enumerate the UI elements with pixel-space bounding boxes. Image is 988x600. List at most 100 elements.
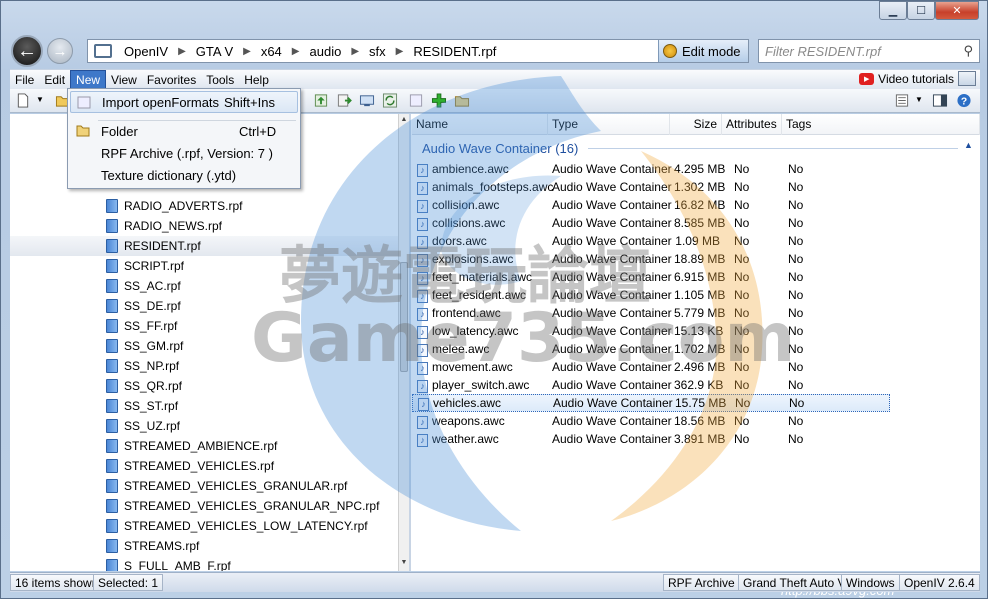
dropdown-arrow-icon[interactable]: ▼: [36, 95, 52, 110]
tree-item[interactable]: SS_AC.rpf: [106, 276, 181, 296]
scroll-up-icon[interactable]: ▲: [399, 116, 409, 126]
table-row[interactable]: ♪ collision.awc Audio Wave Container 16.82 …: [412, 196, 980, 214]
table-row[interactable]: ♪ animals_footsteps.awc Audio Wave Contain…: [412, 178, 980, 196]
scrollbar-thumb[interactable]: [400, 262, 408, 372]
edit-mode-button[interactable]: Edit mode: [658, 40, 748, 62]
search-icon[interactable]: ⚲: [963, 43, 973, 59]
table-row[interactable]: ♪ feet_resident.awc Audio Wave Container 1.…: [412, 286, 980, 304]
tree-item[interactable]: STREAMED_VEHICLES_LOW_LATENCY.rpf: [106, 516, 368, 536]
add-icon[interactable]: [431, 93, 447, 108]
menu-new[interactable]: New: [70, 69, 107, 90]
tree-item[interactable]: SS_UZ.rpf: [106, 416, 180, 436]
table-row[interactable]: ♪ explosions.awc Audio Wave Container 18.89…: [412, 250, 980, 268]
new-file-icon[interactable]: [15, 93, 31, 108]
tree-item[interactable]: STREAMS.rpf: [106, 536, 199, 556]
collapse-chevron-icon[interactable]: ▲: [964, 140, 973, 150]
address-bar[interactable]: OpenIV ▶ GTA V ▶ x64 ▶ audio ▶ sfx ▶ RESIDENT…: [87, 39, 749, 63]
column-type[interactable]: Type: [548, 114, 670, 135]
maximize-button[interactable]: ☐: [907, 1, 935, 20]
tree-item[interactable]: S_FULL_AMB_F.rpf: [106, 556, 231, 571]
menu-tools[interactable]: Tools: [201, 71, 239, 89]
menu-file[interactable]: File: [10, 71, 39, 89]
breadcrumb-x64[interactable]: x64: [255, 44, 288, 59]
menu-help[interactable]: Help: [239, 71, 274, 89]
column-size[interactable]: Size: [670, 114, 722, 135]
chevron-right-icon[interactable]: ▶: [174, 46, 190, 57]
table-row[interactable]: ♪ doors.awc Audio Wave Container 1.09 MB No N…: [412, 232, 980, 250]
menu-view[interactable]: View: [106, 71, 142, 89]
column-tags[interactable]: Tags: [782, 114, 980, 135]
chevron-right-icon[interactable]: ▶: [392, 46, 408, 57]
column-attributes[interactable]: Attributes: [722, 114, 782, 135]
tree-scrollbar[interactable]: ▲ ▼: [398, 114, 409, 571]
table-row[interactable]: ♪ ambience.awc Audio Wave Container 4.295 M…: [412, 160, 980, 178]
preview-pane-icon[interactable]: [932, 93, 948, 108]
tree-item[interactable]: RADIO_NEWS.rpf: [106, 216, 222, 236]
chevron-right-icon[interactable]: ▶: [288, 46, 304, 57]
row-name: weapons.awc: [432, 414, 505, 428]
table-row[interactable]: ♪ frontend.awc Audio Wave Container 5.779 M…: [412, 304, 980, 322]
rpf-file-icon: [106, 459, 118, 473]
video-tutorials-link[interactable]: ▶ Video tutorials: [859, 72, 954, 86]
tree-item[interactable]: SS_GM.rpf: [106, 336, 183, 356]
table-row[interactable]: ♪ feet_materials.awc Audio Wave Container 6…: [412, 268, 980, 286]
back-button[interactable]: ←: [11, 35, 43, 67]
import-icon[interactable]: [408, 93, 424, 108]
table-row[interactable]: ♪ movement.awc Audio Wave Container 2.496 M…: [412, 358, 980, 376]
tree-item[interactable]: STREAMED_AMBIENCE.rpf: [106, 436, 277, 456]
row-size: 1.105 MB: [674, 288, 726, 302]
filter-input[interactable]: Filter RESIDENT.rpf ⚲: [758, 39, 980, 63]
tree-item[interactable]: RADIO_ADVERTS.rpf: [106, 196, 242, 216]
view-mode-icon[interactable]: [894, 93, 910, 108]
new-folder-icon[interactable]: [454, 93, 470, 108]
monitor-icon[interactable]: [359, 93, 375, 108]
pane-splitter[interactable]: [409, 114, 411, 571]
table-row-selected[interactable]: ♪ vehicles.awc Audio Wave Container 15.75 M…: [412, 394, 890, 412]
table-row[interactable]: ♪ player_switch.awc Audio Wave Container 36…: [412, 376, 980, 394]
tree-item[interactable]: STREAMED_VEHICLES_GRANULAR_NPC.rpf: [106, 496, 379, 516]
menu-item-import-openformats[interactable]: Import openFormats Shift+Ins: [70, 91, 298, 113]
audio-file-icon: ♪: [417, 200, 428, 213]
tree-item-label: SS_NP.rpf: [124, 359, 180, 373]
breadcrumb-openiv[interactable]: OpenIV: [118, 44, 174, 59]
chevron-right-icon[interactable]: ▶: [347, 46, 363, 57]
refresh-icon[interactable]: [382, 93, 398, 108]
tree-item[interactable]: SS_QR.rpf: [106, 376, 182, 396]
breadcrumb-gtav[interactable]: GTA V: [190, 44, 239, 59]
row-name: explosions.awc: [432, 252, 514, 266]
tree-item[interactable]: SS_FF.rpf: [106, 316, 177, 336]
breadcrumb-resident[interactable]: RESIDENT.rpf: [407, 44, 502, 59]
table-row[interactable]: ♪ melee.awc Audio Wave Container 1.702 MB No…: [412, 340, 980, 358]
menu-item-texture-dictionary[interactable]: Texture dictionary (.ytd): [70, 164, 298, 186]
table-row[interactable]: ♪ low_latency.awc Audio Wave Container 15.1…: [412, 322, 980, 340]
upload-icon[interactable]: [313, 93, 329, 108]
tree-item[interactable]: SS_ST.rpf: [106, 396, 178, 416]
breadcrumb-audio[interactable]: audio: [304, 44, 348, 59]
tree-item[interactable]: STREAMED_VEHICLES.rpf: [106, 456, 274, 476]
table-row[interactable]: ♪ collisions.awc Audio Wave Container 8.585…: [412, 214, 980, 232]
column-name[interactable]: Name: [412, 114, 548, 135]
tree-item[interactable]: SS_NP.rpf: [106, 356, 179, 376]
row-attributes: No: [734, 216, 750, 230]
help-icon[interactable]: ?: [956, 93, 972, 108]
view-dropdown-icon[interactable]: ▼: [915, 95, 931, 110]
table-row[interactable]: ♪ weather.awc Audio Wave Container 3.891 MB…: [412, 430, 980, 448]
tree-item-selected[interactable]: RESIDENT.rpf: [10, 236, 398, 256]
window-layout-button[interactable]: [958, 71, 976, 86]
menu-item-folder[interactable]: Folder Ctrl+D: [70, 120, 298, 142]
table-row[interactable]: ♪ weapons.awc Audio Wave Container 18.56 MB…: [412, 412, 980, 430]
group-header[interactable]: Audio Wave Container (16): [422, 141, 578, 156]
extract-icon[interactable]: [336, 93, 352, 108]
tree-item[interactable]: STREAMED_VEHICLES_GRANULAR.rpf: [106, 476, 347, 496]
scroll-down-icon[interactable]: ▼: [399, 559, 409, 569]
forward-button[interactable]: →: [47, 38, 73, 64]
menu-favorites[interactable]: Favorites: [142, 71, 201, 89]
minimize-button[interactable]: ▁: [879, 1, 907, 20]
breadcrumb-sfx[interactable]: sfx: [363, 44, 392, 59]
close-button[interactable]: ✕: [935, 1, 979, 20]
tree-item[interactable]: SS_DE.rpf: [106, 296, 181, 316]
menu-edit[interactable]: Edit: [39, 71, 70, 89]
menu-item-rpf-archive[interactable]: RPF Archive (.rpf, Version: 7 ): [70, 142, 298, 164]
chevron-right-icon[interactable]: ▶: [239, 46, 255, 57]
tree-item[interactable]: SCRIPT.rpf: [106, 256, 184, 276]
